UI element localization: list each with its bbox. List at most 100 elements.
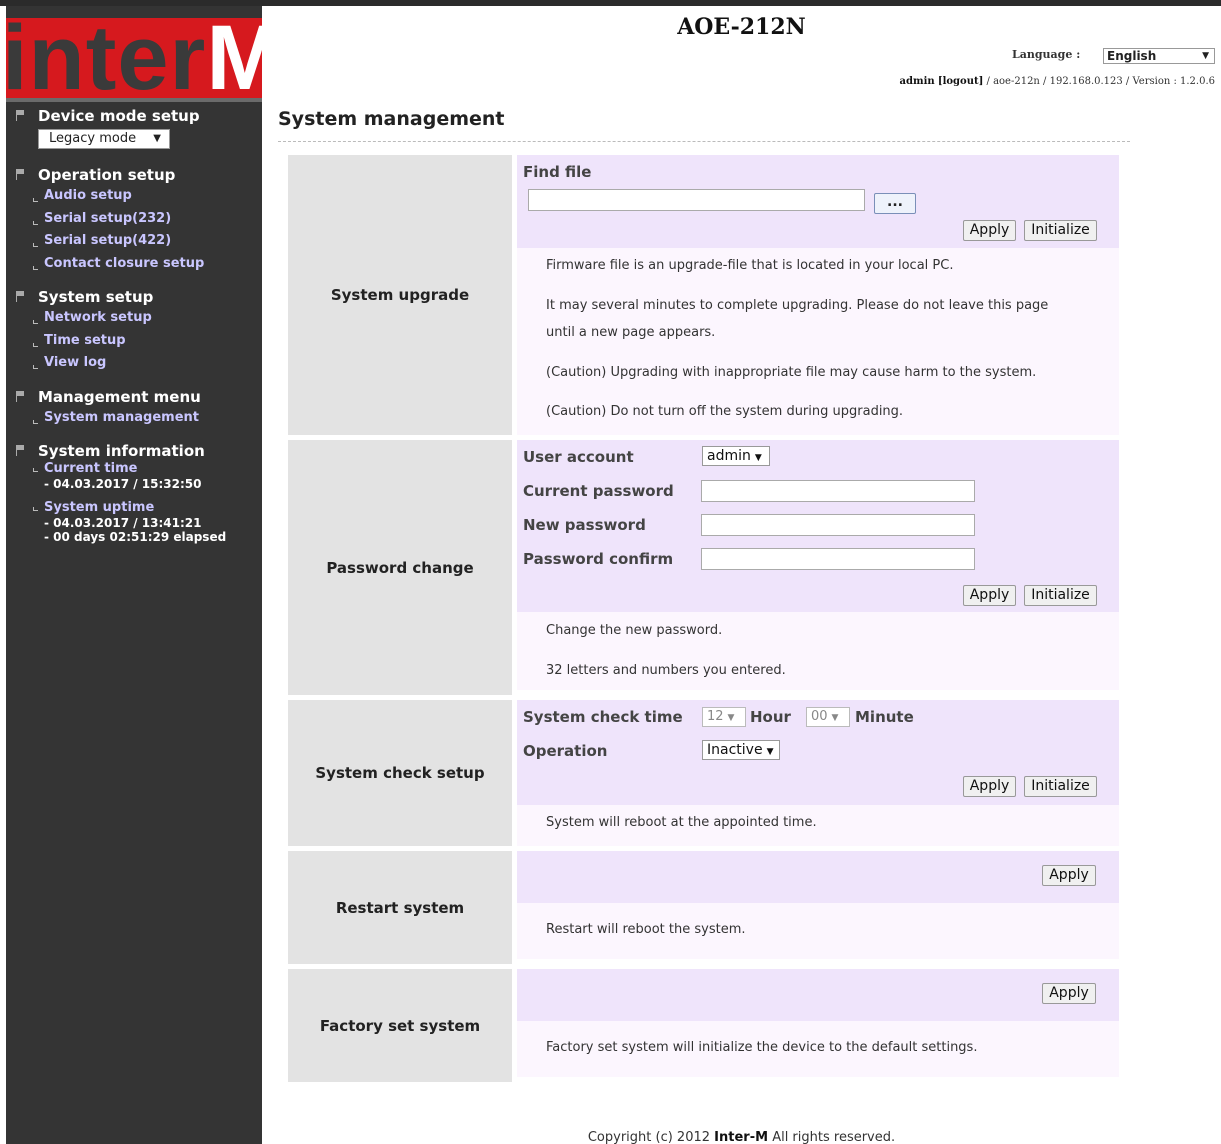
- system-uptime-label: System uptime: [6, 500, 262, 516]
- nav-section-management: Management menu: [6, 387, 262, 407]
- bullet-icon: [33, 220, 38, 225]
- bullet-icon: [33, 265, 38, 270]
- logout-link[interactable]: [logout]: [938, 76, 983, 87]
- sidebar-item-network-setup[interactable]: Network setup: [6, 307, 262, 330]
- system-upgrade-form: Find file ... Apply Initialize: [517, 155, 1119, 248]
- hour-unit-label: Hour: [750, 708, 791, 726]
- chevron-down-icon: ▼: [153, 133, 161, 144]
- password-apply-button[interactable]: Apply: [963, 585, 1016, 606]
- current-time-label: Current time: [6, 461, 262, 477]
- factory-set-description: Factory set system will initialize the d…: [517, 1021, 1119, 1077]
- sidebar-item-system-management[interactable]: System management: [6, 407, 262, 430]
- operation-select[interactable]: Inactive ▼: [702, 740, 780, 760]
- restart-apply-button[interactable]: Apply: [1042, 865, 1096, 886]
- system-check-form: System check time 12 ▼ Hour 00 ▼ Minute Op…: [517, 700, 1119, 805]
- new-password-label: New password: [523, 516, 646, 534]
- check-initialize-button[interactable]: Initialize: [1024, 776, 1097, 797]
- factory-apply-button[interactable]: Apply: [1042, 983, 1096, 1004]
- restart-desc-line: Restart will reboot the system.: [546, 922, 746, 937]
- chevron-down-icon: ▼: [1202, 51, 1209, 61]
- system-check-panel: System check setup System check time 12 ▼…: [288, 700, 1119, 846]
- check-apply-button[interactable]: Apply: [963, 776, 1016, 797]
- brand-name: Inter-M: [714, 1130, 769, 1144]
- chevron-down-icon: ▼: [831, 713, 839, 723]
- flag-icon: [16, 390, 25, 402]
- system-check-body: System check time 12 ▼ Hour 00 ▼ Minute Op…: [517, 700, 1119, 846]
- password-desc-line: 32 letters and numbers you entered.: [546, 663, 786, 678]
- factory-set-panel: Factory set system Apply Factory set sys…: [288, 969, 1119, 1082]
- nav-section-label: Operation setup: [38, 166, 176, 184]
- factory-set-form: Apply: [517, 969, 1119, 1021]
- language-label: Language :: [1012, 48, 1081, 61]
- bullet-icon: [33, 320, 38, 324]
- copyright: Copyright (c) 2012 Inter-M All rights re…: [587, 1130, 896, 1144]
- system-upgrade-body: Find file ... Apply Initialize Firmware …: [517, 155, 1119, 435]
- nav-section-label: System setup: [38, 288, 154, 306]
- upgrade-desc-line: (Caution) Upgrading with inappropriate f…: [546, 365, 1037, 380]
- logo-stripe: [6, 98, 262, 102]
- password-change-form: User account admin ▼ Current password New…: [517, 440, 1119, 612]
- nav-section-system: System setup: [6, 287, 262, 307]
- browse-button[interactable]: ...: [874, 193, 916, 214]
- nav-section-label: Management menu: [38, 387, 201, 406]
- nav-section-operation: Operation setup: [6, 165, 262, 185]
- system-check-description: System will reboot at the appointed time…: [517, 805, 1119, 846]
- uptime-elapsed-value: - 00 days 02:51:29 elapsed: [44, 530, 227, 544]
- sidebar-item-audio-setup[interactable]: Audio setup: [6, 185, 262, 208]
- password-desc-line: Change the new password.: [546, 623, 723, 638]
- system-upgrade-panel: System upgrade Find file ... Apply Initi…: [288, 155, 1119, 435]
- system-check-time-label: System check time: [523, 708, 683, 726]
- user-info-line: admin [logout] / aoe-212n / 192.168.0.12…: [900, 76, 1215, 87]
- current-password-input[interactable]: [701, 480, 975, 502]
- flag-icon: [16, 445, 25, 456]
- chevron-down-icon: ▼: [754, 453, 762, 463]
- bullet-icon: [33, 365, 38, 369]
- restart-system-form: Apply: [517, 851, 1119, 903]
- flag-icon: [16, 110, 25, 121]
- hour-select[interactable]: 12 ▼: [702, 707, 746, 727]
- password-change-description: Change the new password. 32 letters and …: [517, 612, 1119, 690]
- password-change-panel: Password change User account admin ▼ Curr…: [288, 440, 1119, 695]
- restart-system-description: Restart will reboot the system.: [517, 903, 1119, 959]
- password-confirm-input[interactable]: [701, 548, 975, 570]
- chevron-down-icon: ▼: [766, 747, 774, 757]
- bullet-icon: [33, 468, 38, 472]
- minute-select[interactable]: 00 ▼: [806, 707, 850, 727]
- language-value: English: [1107, 49, 1157, 63]
- restart-system-panel: Restart system Apply Restart will reboot…: [288, 851, 1119, 964]
- upgrade-apply-button[interactable]: Apply: [963, 220, 1016, 241]
- password-change-label: Password change: [288, 440, 512, 695]
- user-account-select[interactable]: admin ▼: [702, 446, 770, 466]
- sidebar-item-contact-closure[interactable]: Contact closure setup: [6, 253, 262, 276]
- sidebar-item-time-setup[interactable]: Time setup: [6, 330, 262, 353]
- new-password-input[interactable]: [701, 514, 975, 536]
- sidebar-nav: Device mode setup Legacy mode ▼ Operatio…: [6, 106, 262, 544]
- upgrade-desc-line: (Caution) Do not turn off the system dur…: [546, 404, 904, 419]
- operation-label: Operation: [523, 742, 608, 760]
- bullet-icon: [33, 419, 38, 424]
- bullet-icon: [33, 507, 38, 511]
- system-upgrade-label: System upgrade: [288, 155, 512, 435]
- upgrade-initialize-button[interactable]: Initialize: [1024, 220, 1097, 241]
- sidebar-item-view-log[interactable]: View log: [6, 352, 262, 375]
- sidebar-item-serial-232[interactable]: Serial setup(232): [6, 208, 262, 231]
- device-mode-value: Legacy mode: [49, 131, 137, 146]
- upgrade-desc-line: It may several minutes to complete upgra…: [546, 298, 1049, 313]
- bullet-icon: [33, 198, 38, 202]
- factory-set-label: Factory set system: [288, 969, 512, 1082]
- current-password-label: Current password: [523, 482, 674, 500]
- nav-section-device-mode: Device mode setup: [6, 106, 262, 126]
- nav-section-label: System information: [38, 442, 205, 460]
- sidebar-item-serial-422[interactable]: Serial setup(422): [6, 230, 262, 253]
- system-upgrade-description: Firmware file is an upgrade-file that is…: [517, 248, 1119, 435]
- restart-system-body: Apply Restart will reboot the system.: [517, 851, 1119, 964]
- device-title: AOE-212N: [677, 14, 806, 40]
- divider: [278, 141, 1130, 142]
- file-path-input[interactable]: [528, 189, 865, 211]
- language-select[interactable]: English ▼: [1103, 48, 1215, 64]
- system-check-label: System check setup: [288, 700, 512, 846]
- upgrade-desc-line: until a new page appears.: [546, 325, 716, 340]
- device-mode-select[interactable]: Legacy mode ▼: [38, 129, 170, 149]
- check-desc-line: System will reboot at the appointed time…: [546, 815, 817, 830]
- password-initialize-button[interactable]: Initialize: [1024, 585, 1097, 606]
